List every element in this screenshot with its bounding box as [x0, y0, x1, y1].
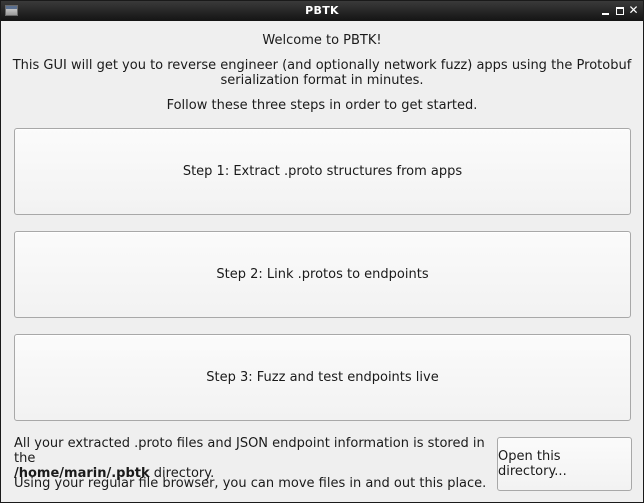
welcome-heading: Welcome to PBTK! — [262, 33, 382, 48]
step-1-button[interactable]: Step 1: Extract .proto structures from a… — [14, 128, 631, 215]
step-1-label: Step 1: Extract .proto structures from a… — [182, 164, 463, 179]
storage-info: All your extracted .proto files and JSON… — [14, 436, 494, 481]
minimize-icon[interactable] — [599, 4, 612, 17]
step-2-label: Step 2: Link .protos to endpoints — [216, 267, 429, 282]
main-window: PBTK ✕ Welcome to PBTK! This GUI will ge… — [0, 0, 644, 503]
step-3-label: Step 3: Fuzz and test endpoints live — [206, 370, 439, 385]
instructions-text: Follow these three steps in order to get… — [166, 98, 478, 113]
open-directory-label: Open this directory... — [498, 449, 567, 479]
storage-prefix: All your extracted .proto files and JSON… — [14, 436, 485, 466]
title-bar[interactable]: PBTK ✕ — [1, 1, 643, 21]
step-2-button[interactable]: Step 2: Link .protos to endpoints — [14, 231, 631, 318]
open-directory-button[interactable]: Open this directory... — [497, 437, 632, 491]
maximize-icon[interactable] — [613, 4, 626, 17]
step-3-button[interactable]: Step 3: Fuzz and test endpoints live — [14, 334, 631, 421]
intro-line-1: This GUI will get you to reverse enginee… — [12, 58, 632, 73]
intro-text: This GUI will get you to reverse enginee… — [1, 58, 643, 88]
window-title: PBTK — [305, 4, 339, 17]
intro-line-2: serialization format in minutes. — [220, 73, 424, 88]
browser-note: Using your regular file browser, you can… — [14, 476, 487, 491]
close-icon[interactable]: ✕ — [627, 4, 640, 17]
